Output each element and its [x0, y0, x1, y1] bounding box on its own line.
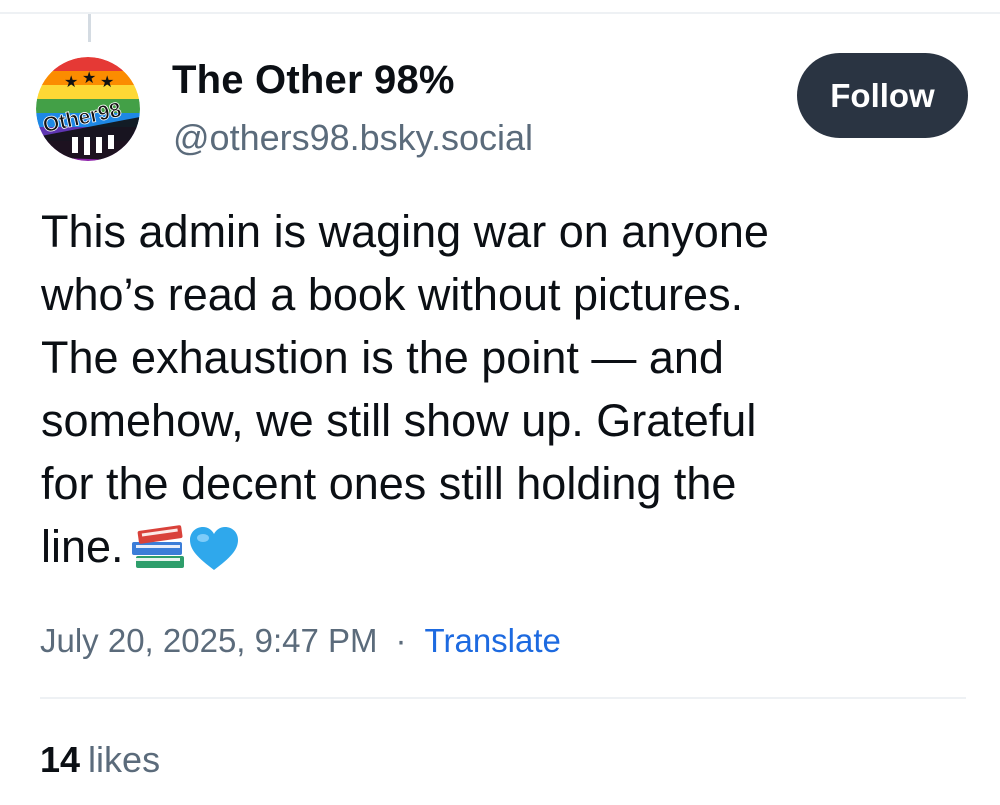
post-timestamp[interactable]: July 20, 2025, 9:47 PM	[40, 622, 378, 660]
post-emojis	[130, 522, 240, 588]
post-text-content: This admin is waging war on anyone who’s…	[41, 206, 769, 572]
meta-separator: ·	[395, 622, 407, 659]
likes-count: 14	[40, 739, 81, 780]
blue-heart-icon	[188, 527, 240, 582]
post-text: This admin is waging war on anyone who’s…	[41, 200, 971, 588]
follow-button[interactable]: Follow	[797, 53, 968, 138]
top-divider	[0, 12, 1000, 14]
svg-text:★: ★	[82, 68, 96, 87]
books-icon	[130, 525, 188, 582]
likes-stat[interactable]: 14 likes	[40, 739, 160, 781]
translate-link[interactable]: Translate	[425, 622, 561, 660]
stats-divider	[40, 697, 966, 699]
avatar[interactable]: ★ ★ ★ Other98	[36, 57, 140, 161]
svg-text:★: ★	[100, 72, 114, 91]
author-handle[interactable]: @others98.bsky.social	[173, 117, 533, 159]
likes-label: likes	[88, 739, 161, 780]
author-display-name[interactable]: The Other 98%	[172, 58, 455, 103]
post-meta: July 20, 2025, 9:47 PM · Translate	[40, 622, 561, 660]
svg-text:★: ★	[64, 72, 78, 91]
thread-line	[88, 14, 91, 42]
